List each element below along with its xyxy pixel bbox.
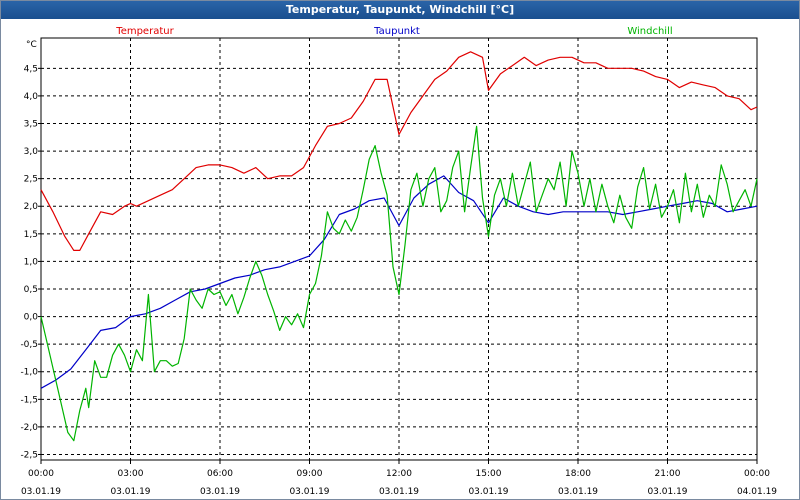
legend-entry-temperatur: Temperatur (115, 26, 174, 37)
y-tick-label: 3,0 (24, 147, 39, 157)
y-tick-label: 3,5 (24, 120, 38, 130)
y-tick-label: 2,5 (24, 175, 38, 185)
x-tick-time-label: 12:00 (386, 469, 412, 479)
x-axis-ticks: 00:00 03.01.19 03:00 03.01.19 06:00 03.01.19 0… (21, 460, 777, 497)
x-tick-date-label: 03.01.19 (200, 487, 240, 497)
x-tick-time-label: 18:00 (565, 469, 591, 479)
y-tick-label: -1,5 (20, 395, 38, 405)
y-tick-label: 1,0 (24, 257, 39, 267)
x-tick-date-label: 03.01.19 (558, 487, 598, 497)
y-axis-ticks: 4,5 4,0 3,5 3,0 2,5 2,0 1,5 1,0 0,5 0,0 -0,5 -1,0 -1… (20, 64, 41, 460)
y-tick-label: 2,0 (24, 202, 39, 212)
x-tick-date-label: 03.01.19 (647, 487, 687, 497)
legend-entry-taupunkt: Taupunkt (373, 26, 420, 37)
x-tick-time-label: 00:00 (744, 469, 770, 479)
x-tick-date-label: 03.01.19 (468, 487, 508, 497)
y-tick-label: -2,0 (20, 423, 38, 433)
y-axis-label: °C (26, 40, 37, 50)
y-tick-label: 4,0 (24, 92, 39, 102)
y-tick-label: 1,5 (24, 230, 38, 240)
y-tick-label: -0,5 (20, 340, 38, 350)
x-tick-time-label: 21:00 (655, 469, 681, 479)
x-tick-time-label: 15:00 (476, 469, 502, 479)
y-tick-label: 4,5 (24, 64, 38, 74)
x-tick-date-label: 03.01.19 (21, 487, 61, 497)
x-tick-date-label: 03.01.19 (289, 487, 329, 497)
legend: Temperatur Taupunkt Windchill (115, 26, 672, 37)
y-tick-label: 0,5 (24, 285, 38, 295)
chart: 4,5 4,0 3,5 3,0 2,5 2,0 1,5 1,0 0,5 0,0 -0,5 -1,0 -1… (20, 26, 777, 497)
x-tick-time-label: 03:00 (118, 469, 144, 479)
y-tick-label: -1,0 (20, 368, 38, 378)
legend-entry-windchill: Windchill (627, 26, 672, 37)
x-tick-date-label: 03.01.19 (110, 487, 150, 497)
y-tick-label: 0,0 (24, 313, 39, 323)
x-tick-date-label: 03.01.19 (379, 487, 419, 497)
x-tick-time-label: 06:00 (207, 469, 233, 479)
x-tick-date-label: 04.01.19 (737, 487, 777, 497)
y-tick-label: -2,5 (20, 450, 38, 460)
x-tick-time-label: 00:00 (28, 469, 54, 479)
x-tick-time-label: 09:00 (297, 469, 323, 479)
